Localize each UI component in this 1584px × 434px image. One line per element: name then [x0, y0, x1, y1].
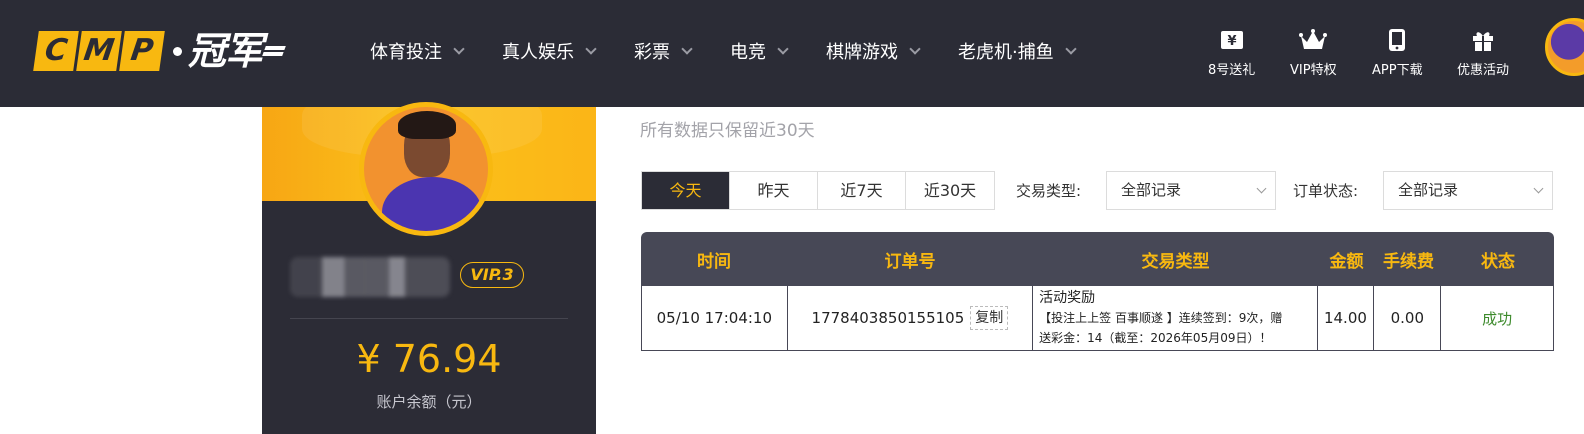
cell-fee: 0.00	[1374, 286, 1442, 350]
order-status-value: 全部记录	[1398, 181, 1459, 199]
chevron-down-icon	[585, 42, 597, 55]
nav-item-label: 真人娱乐	[502, 42, 574, 63]
cell-transaction-type: 活动奖励 【投注上上签 百事顺遂 】连续签到：9次，赠 送彩金：14（截至：20…	[1033, 286, 1318, 350]
svg-text:¥: ¥	[1227, 34, 1236, 49]
nav-item-label: 电竞	[730, 42, 766, 63]
gift-box-icon	[1471, 27, 1495, 53]
order-number: 1778403850155105	[811, 309, 965, 327]
transaction-type-title: 活动奖励	[1039, 290, 1096, 306]
avatar-shirt	[382, 177, 482, 231]
phone-icon	[1388, 27, 1406, 53]
chevron-down-icon	[909, 42, 921, 55]
logo-chinese-text: 冠军	[188, 29, 263, 73]
quick-link-label: APP下载	[1372, 63, 1423, 78]
transaction-table: 时间 订单号 交易类型 金额 手续费 状态 05/10 17:04:10 177…	[641, 232, 1554, 351]
avatar-hair	[398, 111, 456, 139]
cmp-logo[interactable]: C M P 冠军	[33, 29, 286, 73]
logo-letter-c: C	[33, 31, 79, 71]
nav-item-slots-fishing[interactable]: 老虎机·捕鱼	[958, 38, 1077, 64]
transaction-type-detail-line-2: 送彩金：14（截至：2026年05月09日）！	[1039, 331, 1272, 345]
nav-item-live-casino[interactable]: 真人娱乐	[502, 38, 597, 64]
tab-yesterday[interactable]: 昨天	[730, 172, 818, 209]
top-navigation-bar: C M P 冠军 体育投注 真人娱乐 彩票 电竞 棋牌游戏 老虎机·捕鱼 ¥ 8…	[0, 0, 1584, 107]
logo-letter-p: P	[119, 31, 165, 71]
user-avatar[interactable]	[1545, 18, 1584, 76]
nav-item-label: 彩票	[634, 42, 670, 63]
quick-link-label: VIP特权	[1290, 63, 1337, 78]
chevron-down-icon	[453, 42, 465, 55]
profile-panel: VIP.3 ¥ 76.94 账户余额（元）	[262, 102, 596, 434]
nav-item-label: 体育投注	[370, 42, 442, 63]
logo-letter-m: M	[76, 31, 122, 71]
transaction-type-label: 交易类型:	[1016, 182, 1082, 200]
chevron-down-icon	[1065, 42, 1077, 55]
vip-level-badge: VIP.3	[460, 262, 524, 288]
column-header-type: 交易类型	[1141, 251, 1210, 272]
data-retention-notice: 所有数据只保留近30天	[640, 121, 815, 141]
copy-button[interactable]: 复制	[970, 306, 1009, 330]
main-nav: 体育投注 真人娱乐 彩票 电竞 棋牌游戏 老虎机·捕鱼	[370, 38, 1114, 64]
transaction-type-select[interactable]: 全部记录	[1106, 171, 1276, 210]
column-header-fee: 手续费	[1383, 251, 1434, 272]
nav-item-sports[interactable]: 体育投注	[370, 38, 465, 64]
quick-link-gift-8th[interactable]: ¥ 8号送礼	[1208, 27, 1255, 78]
quick-link-app-download[interactable]: APP下载	[1372, 27, 1423, 78]
profile-avatar[interactable]	[359, 102, 493, 236]
quick-link-promotions[interactable]: 优惠活动	[1457, 27, 1509, 78]
account-balance: ¥ 76.94	[356, 337, 502, 381]
crown-icon	[1299, 27, 1328, 53]
column-header-time: 时间	[697, 251, 731, 272]
order-status-label: 订单状态:	[1293, 182, 1359, 200]
cell-status: 成功	[1482, 309, 1513, 328]
order-status-select[interactable]: 全部记录	[1383, 171, 1553, 210]
logo-dot	[173, 46, 182, 56]
profile-divider	[290, 318, 568, 319]
nav-item-label: 老虎机·捕鱼	[958, 42, 1054, 63]
column-header-amount: 金额	[1329, 251, 1364, 272]
quick-link-label: 优惠活动	[1457, 63, 1510, 78]
logo-tail-mark	[262, 46, 286, 56]
nav-item-esports[interactable]: 电竞	[730, 38, 789, 64]
tab-last-7-days[interactable]: 近7天	[818, 172, 906, 209]
transaction-type-detail-line-1: 【投注上上签 百事顺遂 】连续签到：9次，赠	[1039, 311, 1283, 325]
tab-last-30-days[interactable]: 近30天	[906, 172, 994, 209]
transaction-type-value: 全部记录	[1121, 181, 1182, 199]
column-header-order-no: 订单号	[884, 251, 936, 272]
date-range-tabs: 今天 昨天 近7天 近30天	[641, 171, 995, 210]
account-balance-label: 账户余额（元）	[376, 393, 482, 411]
nav-item-card-games[interactable]: 棋牌游戏	[826, 38, 921, 64]
table-header: 时间 订单号 交易类型 金额 手续费 状态	[641, 232, 1554, 286]
username-blurred	[290, 257, 450, 297]
cell-time: 05/10 17:04:10	[642, 286, 788, 350]
nav-item-label: 棋牌游戏	[826, 42, 898, 63]
chevron-down-icon	[1533, 183, 1544, 194]
chevron-down-icon	[777, 42, 789, 55]
quick-link-vip[interactable]: VIP特权	[1290, 27, 1337, 78]
cell-order-no: 1778403850155105 复制	[788, 286, 1034, 350]
gift-coupon-icon: ¥	[1220, 27, 1244, 53]
tab-today[interactable]: 今天	[642, 172, 730, 209]
table-row: 05/10 17:04:10 1778403850155105 复制 活动奖励 …	[641, 286, 1554, 351]
nav-item-lottery[interactable]: 彩票	[634, 38, 693, 64]
quick-link-label: 8号送礼	[1208, 63, 1256, 78]
chevron-down-icon	[1256, 183, 1267, 194]
column-header-status: 状态	[1481, 251, 1515, 272]
chevron-down-icon	[681, 42, 693, 55]
cell-amount: 14.00	[1318, 286, 1375, 350]
